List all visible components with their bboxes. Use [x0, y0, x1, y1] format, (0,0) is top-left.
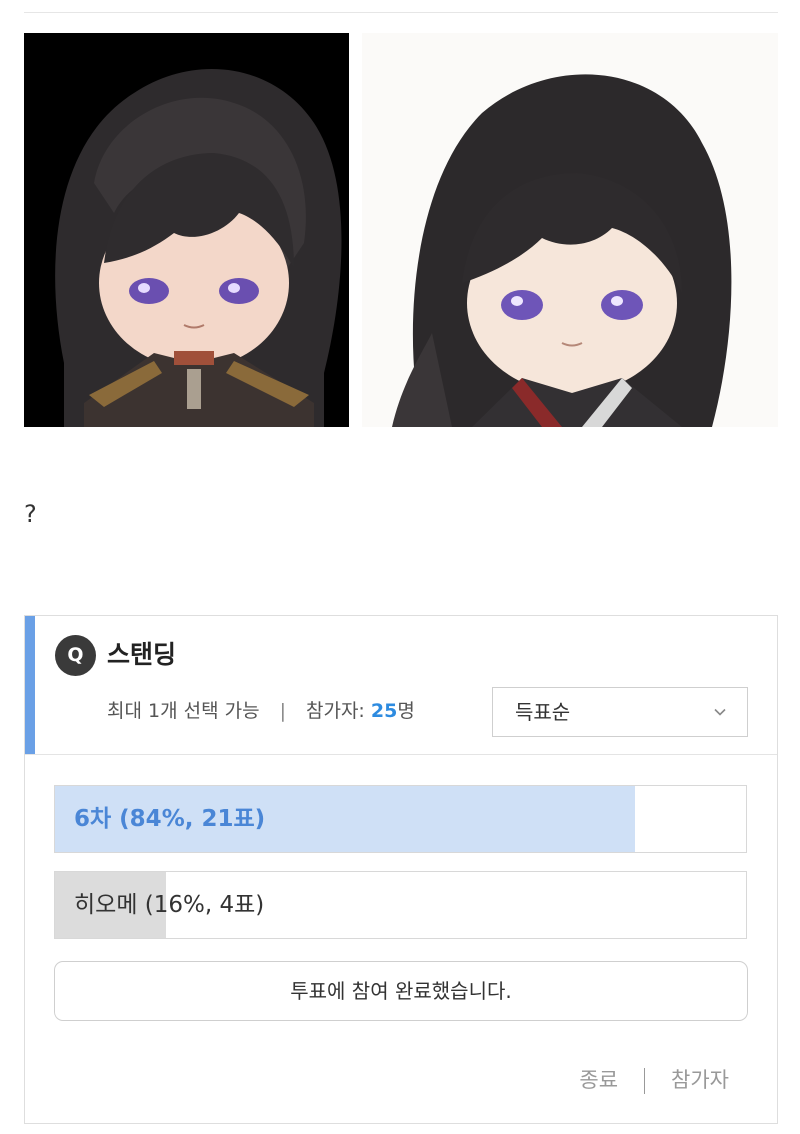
question-badge-icon: Q — [55, 635, 96, 676]
meta-separator: | — [279, 700, 286, 722]
poll-footer: 종료 참가자 — [579, 1063, 729, 1097]
footer-divider — [644, 1068, 646, 1094]
post-text: ? — [24, 500, 37, 528]
participants-link[interactable]: 참가자 — [671, 1068, 729, 1092]
poll-header: Q 스탠딩 최대 1개 선택 가능 | 참가자: 25명 득표순 — [25, 616, 777, 755]
participants-count: 25 — [370, 700, 398, 722]
poll-title: 스탠딩 — [107, 640, 177, 669]
character-portrait-left-icon — [24, 33, 349, 427]
max-select-text: 최대 1개 선택 가능 — [107, 700, 260, 722]
poll-widget: Q 스탠딩 최대 1개 선택 가능 | 참가자: 25명 득표순 6차 (84%, … — [24, 615, 778, 1124]
character-portrait-right-icon — [362, 33, 778, 427]
participants-label: 참가자: — [305, 700, 365, 722]
top-divider — [24, 12, 778, 13]
image-row — [24, 33, 778, 427]
chevron-down-icon — [714, 708, 726, 716]
sort-select[interactable]: 득표순 — [492, 687, 748, 737]
poll-option-2-label: 히오메 (16%, 4표) — [74, 892, 265, 918]
poll-option-1[interactable]: 6차 (84%, 21표) — [54, 785, 747, 853]
poll-accent-bar — [25, 616, 35, 754]
character-image-right — [362, 33, 778, 427]
poll-option-1-label: 6차 (84%, 21표) — [74, 806, 266, 832]
sort-select-value: 득표순 — [515, 700, 571, 724]
poll-option-2[interactable]: 히오메 (16%, 4표) — [54, 871, 747, 939]
end-link[interactable]: 종료 — [579, 1068, 618, 1092]
vote-complete-button[interactable]: 투표에 참여 완료했습니다. — [54, 961, 748, 1021]
character-image-left — [24, 33, 349, 427]
poll-meta: 최대 1개 선택 가능 | 참가자: 25명 — [107, 696, 415, 726]
participants-unit: 명 — [397, 700, 415, 722]
